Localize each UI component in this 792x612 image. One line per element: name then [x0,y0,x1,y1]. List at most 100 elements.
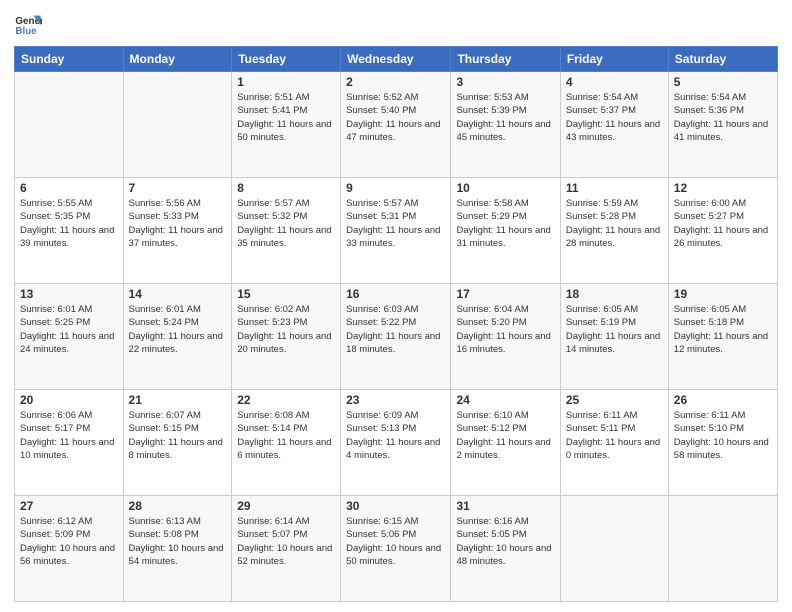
day-info: Sunrise: 6:05 AM Sunset: 5:18 PM Dayligh… [674,303,772,356]
day-cell: 5 Sunrise: 5:54 AM Sunset: 5:36 PM Daylig… [668,72,777,178]
day-number: 29 [237,499,335,513]
day-number: 31 [456,499,554,513]
day-cell: 26 Sunrise: 6:11 AM Sunset: 5:10 PM Dayli… [668,390,777,496]
day-cell: 3Sunrise: 5:53 AM Sunset: 5:39 PM Daylig… [451,72,560,178]
day-cell: 21 Sunrise: 6:07 AM Sunset: 5:15 PM Dayli… [123,390,232,496]
day-cell: 15 Sunrise: 6:02 AM Sunset: 5:23 PM Dayli… [232,284,341,390]
day-number: 2 [346,75,445,89]
day-cell: 1 Sunrise: 5:51 AM Sunset: 5:41 PM Daylig… [232,72,341,178]
day-info: Sunrise: 6:16 AM Sunset: 5:05 PM Dayligh… [456,515,554,568]
day-cell: 19 Sunrise: 6:05 AM Sunset: 5:18 PM Dayli… [668,284,777,390]
day-cell [15,72,124,178]
weekday-header-row: SundayMondayTuesdayWednesdayThursdayFrid… [15,47,778,72]
day-info: Sunrise: 6:00 AM Sunset: 5:27 PM Dayligh… [674,197,772,250]
calendar-body: 1 Sunrise: 5:51 AM Sunset: 5:41 PM Daylig… [15,72,778,602]
day-info: Sunrise: 5:57 AM Sunset: 5:31 PM Dayligh… [346,197,445,250]
day-info: Sunrise: 5:52 AM Sunset: 5:40 PM Dayligh… [346,91,445,144]
week-row-3: 13Sunrise: 6:01 AM Sunset: 5:25 PM Dayli… [15,284,778,390]
day-info: Sunrise: 6:06 AM Sunset: 5:17 PM Dayligh… [20,409,118,462]
day-number: 17 [456,287,554,301]
day-cell: 27 Sunrise: 6:12 AM Sunset: 5:09 PM Dayli… [15,496,124,602]
day-cell: 30 Sunrise: 6:15 AM Sunset: 5:06 PM Dayli… [341,496,451,602]
day-number: 21 [129,393,227,407]
day-number: 28 [129,499,227,513]
day-info: Sunrise: 6:10 AM Sunset: 5:12 PM Dayligh… [456,409,554,462]
day-number: 15 [237,287,335,301]
day-info: Sunrise: 6:14 AM Sunset: 5:07 PM Dayligh… [237,515,335,568]
day-number: 1 [237,75,335,89]
day-cell: 25 Sunrise: 6:11 AM Sunset: 5:11 PM Dayli… [560,390,668,496]
day-info: Sunrise: 6:02 AM Sunset: 5:23 PM Dayligh… [237,303,335,356]
day-info: Sunrise: 5:51 AM Sunset: 5:41 PM Dayligh… [237,91,335,144]
day-cell: 4 Sunrise: 5:54 AM Sunset: 5:37 PM Daylig… [560,72,668,178]
day-info: Sunrise: 6:04 AM Sunset: 5:20 PM Dayligh… [456,303,554,356]
day-cell: 23Sunrise: 6:09 AM Sunset: 5:13 PM Dayli… [341,390,451,496]
weekday-saturday: Saturday [668,47,777,72]
day-number: 26 [674,393,772,407]
day-info: Sunrise: 6:12 AM Sunset: 5:09 PM Dayligh… [20,515,118,568]
day-info: Sunrise: 5:54 AM Sunset: 5:36 PM Dayligh… [674,91,772,144]
day-number: 25 [566,393,663,407]
day-cell [668,496,777,602]
weekday-thursday: Thursday [451,47,560,72]
day-info: Sunrise: 6:05 AM Sunset: 5:19 PM Dayligh… [566,303,663,356]
day-number: 18 [566,287,663,301]
day-number: 16 [346,287,445,301]
day-cell: 8 Sunrise: 5:57 AM Sunset: 5:32 PM Daylig… [232,178,341,284]
day-info: Sunrise: 5:58 AM Sunset: 5:29 PM Dayligh… [456,197,554,250]
week-row-5: 27 Sunrise: 6:12 AM Sunset: 5:09 PM Dayli… [15,496,778,602]
day-number: 4 [566,75,663,89]
day-number: 23 [346,393,445,407]
calendar-container: General Blue SundayMondayTuesdayWednesda… [0,0,792,612]
day-info: Sunrise: 5:56 AM Sunset: 5:33 PM Dayligh… [129,197,227,250]
day-cell: 20 Sunrise: 6:06 AM Sunset: 5:17 PM Dayli… [15,390,124,496]
day-info: Sunrise: 6:13 AM Sunset: 5:08 PM Dayligh… [129,515,227,568]
day-cell [560,496,668,602]
day-info: Sunrise: 5:57 AM Sunset: 5:32 PM Dayligh… [237,197,335,250]
day-cell [123,72,232,178]
day-cell: 24Sunrise: 6:10 AM Sunset: 5:12 PM Dayli… [451,390,560,496]
day-cell: 10Sunrise: 5:58 AM Sunset: 5:29 PM Dayli… [451,178,560,284]
day-number: 22 [237,393,335,407]
day-info: Sunrise: 5:54 AM Sunset: 5:37 PM Dayligh… [566,91,663,144]
weekday-wednesday: Wednesday [341,47,451,72]
day-number: 19 [674,287,772,301]
day-info: Sunrise: 6:15 AM Sunset: 5:06 PM Dayligh… [346,515,445,568]
day-info: Sunrise: 6:07 AM Sunset: 5:15 PM Dayligh… [129,409,227,462]
weekday-tuesday: Tuesday [232,47,341,72]
day-cell: 29 Sunrise: 6:14 AM Sunset: 5:07 PM Dayli… [232,496,341,602]
day-number: 27 [20,499,118,513]
day-number: 5 [674,75,772,89]
svg-text:Blue: Blue [15,26,37,37]
day-number: 14 [129,287,227,301]
day-info: Sunrise: 6:11 AM Sunset: 5:11 PM Dayligh… [566,409,663,462]
day-info: Sunrise: 6:08 AM Sunset: 5:14 PM Dayligh… [237,409,335,462]
calendar-table: SundayMondayTuesdayWednesdayThursdayFrid… [14,46,778,602]
day-info: Sunrise: 5:59 AM Sunset: 5:28 PM Dayligh… [566,197,663,250]
week-row-2: 6Sunrise: 5:55 AM Sunset: 5:35 PM Daylig… [15,178,778,284]
day-cell: 2 Sunrise: 5:52 AM Sunset: 5:40 PM Daylig… [341,72,451,178]
week-row-4: 20 Sunrise: 6:06 AM Sunset: 5:17 PM Dayli… [15,390,778,496]
day-info: Sunrise: 6:01 AM Sunset: 5:25 PM Dayligh… [20,303,118,356]
header: General Blue [14,10,778,38]
day-cell: 18 Sunrise: 6:05 AM Sunset: 5:19 PM Dayli… [560,284,668,390]
day-cell: 31 Sunrise: 6:16 AM Sunset: 5:05 PM Dayli… [451,496,560,602]
day-info: Sunrise: 6:01 AM Sunset: 5:24 PM Dayligh… [129,303,227,356]
day-number: 7 [129,181,227,195]
day-number: 11 [566,181,663,195]
day-cell: 17 Sunrise: 6:04 AM Sunset: 5:20 PM Dayli… [451,284,560,390]
weekday-friday: Friday [560,47,668,72]
weekday-sunday: Sunday [15,47,124,72]
weekday-monday: Monday [123,47,232,72]
day-number: 8 [237,181,335,195]
day-info: Sunrise: 6:11 AM Sunset: 5:10 PM Dayligh… [674,409,772,462]
day-cell: 9Sunrise: 5:57 AM Sunset: 5:31 PM Daylig… [341,178,451,284]
day-cell: 6Sunrise: 5:55 AM Sunset: 5:35 PM Daylig… [15,178,124,284]
day-cell: 14 Sunrise: 6:01 AM Sunset: 5:24 PM Dayli… [123,284,232,390]
day-cell: 13Sunrise: 6:01 AM Sunset: 5:25 PM Dayli… [15,284,124,390]
day-number: 6 [20,181,118,195]
day-number: 30 [346,499,445,513]
logo: General Blue [14,10,42,38]
day-cell: 22 Sunrise: 6:08 AM Sunset: 5:14 PM Dayli… [232,390,341,496]
day-number: 20 [20,393,118,407]
